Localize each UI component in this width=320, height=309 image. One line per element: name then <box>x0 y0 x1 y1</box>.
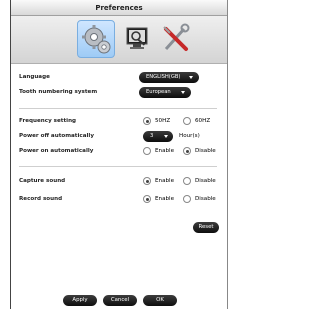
apply-button[interactable]: Apply <box>63 295 97 306</box>
window-right-edge <box>227 0 228 309</box>
power-on-disable-radio[interactable] <box>183 147 191 155</box>
frequency-label: Frequency setting <box>19 118 77 124</box>
record-sound-enable-radio[interactable] <box>143 195 151 203</box>
monitor-icon[interactable] <box>119 20 157 58</box>
tooth-numbering-dropdown[interactable]: European <box>139 87 191 98</box>
language-row: Language ENGLISH(GB) <box>19 72 219 84</box>
power-on-disable-label: Disable <box>195 148 216 154</box>
tooth-numbering-label: Tooth numbering system <box>19 89 98 95</box>
frequency-50hz-label: 50HZ <box>155 118 171 124</box>
power-on-enable-label: Enable <box>155 148 175 154</box>
record-sound-disable-label: Disable <box>195 196 216 202</box>
preferences-toolbar <box>11 16 227 64</box>
power-on-enable-radio[interactable] <box>143 147 151 155</box>
power-off-value: 3 <box>150 133 154 139</box>
capture-sound-enable-label: Enable <box>155 178 175 184</box>
frequency-row: Frequency setting 50HZ 60HZ <box>19 116 219 128</box>
frequency-50hz-radio[interactable] <box>143 117 151 125</box>
chevron-down-icon <box>189 76 193 79</box>
tooth-numbering-row: Tooth numbering system European <box>19 87 219 99</box>
power-off-unit: Hour(s) <box>179 133 200 139</box>
tooth-numbering-value: European <box>146 89 171 95</box>
record-sound-label: Record sound <box>19 196 63 202</box>
ok-button[interactable]: OK <box>143 295 177 306</box>
language-label: Language <box>19 74 50 80</box>
chevron-down-icon <box>181 91 185 94</box>
power-off-dropdown[interactable]: 3 <box>143 131 173 142</box>
cancel-button[interactable]: Cancel <box>103 295 137 306</box>
gear-icon[interactable] <box>77 20 115 58</box>
divider <box>19 108 217 109</box>
capture-sound-disable-radio[interactable] <box>183 177 191 185</box>
capture-sound-enable-radio[interactable] <box>143 177 151 185</box>
power-off-row: Power off automatically 3 Hour(s) <box>19 131 219 143</box>
frequency-60hz-label: 60HZ <box>195 118 211 124</box>
record-sound-disable-radio[interactable] <box>183 195 191 203</box>
chevron-down-icon <box>164 135 168 138</box>
reset-button[interactable]: Reset <box>193 222 219 233</box>
power-on-row: Power on automatically Enable Disable <box>19 146 219 158</box>
capture-sound-row: Capture sound Enable Disable <box>19 176 219 188</box>
language-value: ENGLISH(GB) <box>146 74 181 80</box>
divider <box>19 166 217 167</box>
preferences-window: Preferences Language ENGLISH(GB) Tooth n… <box>11 0 227 309</box>
window-title: Preferences <box>11 0 227 16</box>
capture-sound-label: Capture sound <box>19 178 66 184</box>
power-off-label: Power off automatically <box>19 133 94 139</box>
frequency-60hz-radio[interactable] <box>183 117 191 125</box>
tools-icon[interactable] <box>157 20 195 58</box>
language-dropdown[interactable]: ENGLISH(GB) <box>139 72 199 83</box>
capture-sound-disable-label: Disable <box>195 178 216 184</box>
power-on-label: Power on automatically <box>19 148 94 154</box>
record-sound-enable-label: Enable <box>155 196 175 202</box>
record-sound-row: Record sound Enable Disable <box>19 194 219 206</box>
